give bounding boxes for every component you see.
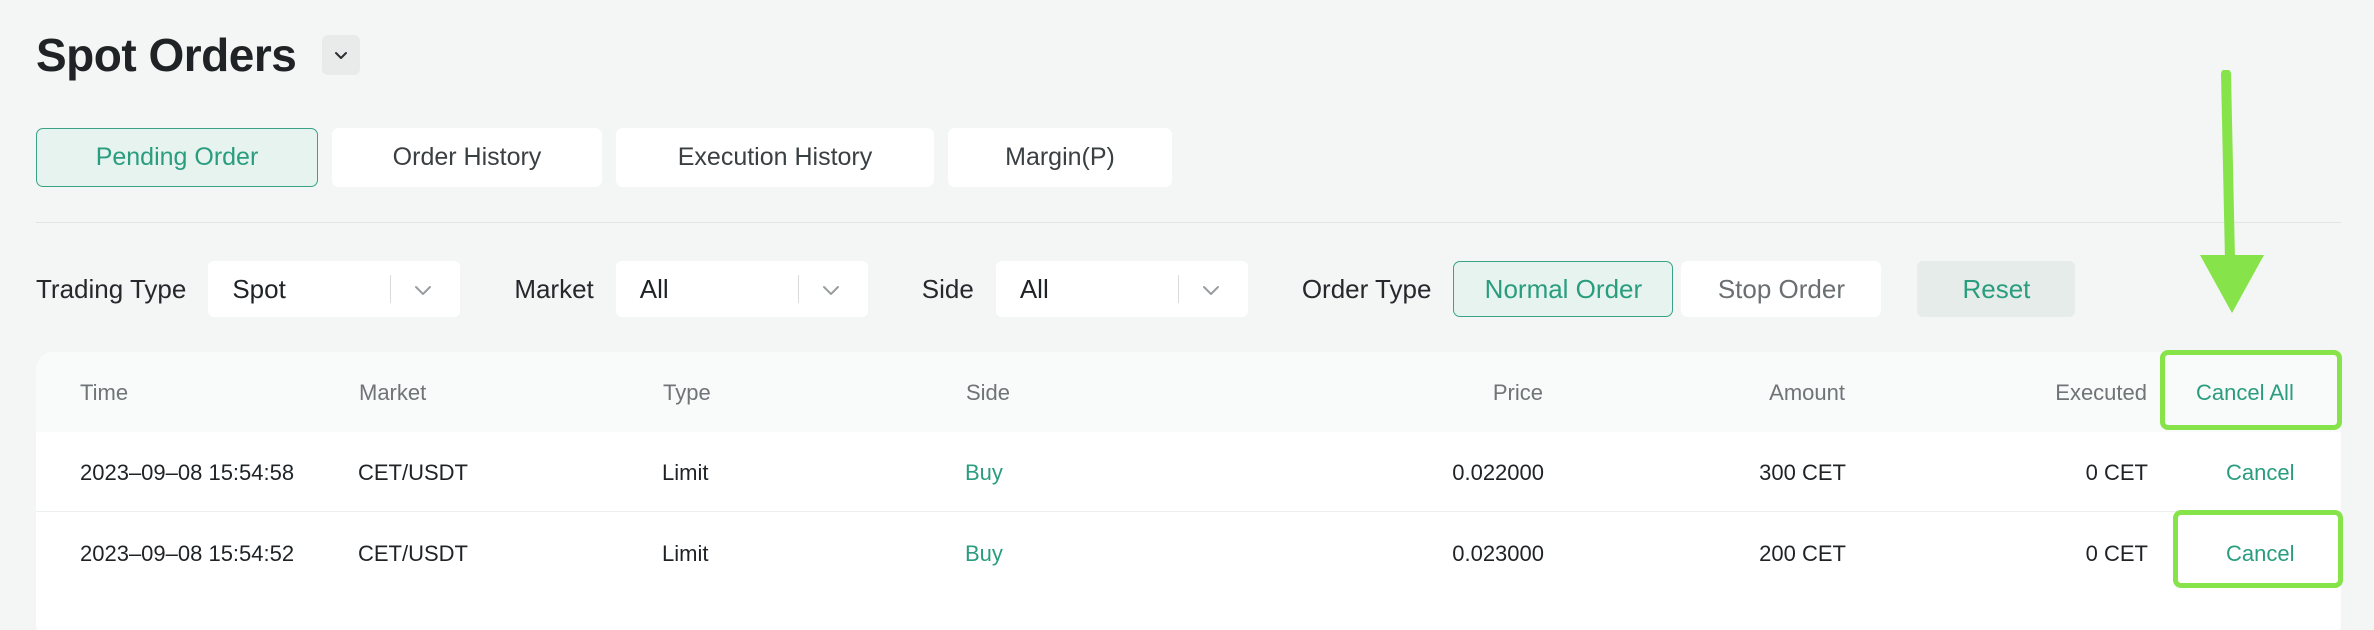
row-market: CET/USDT bbox=[358, 460, 468, 485]
arrow-down-icon bbox=[2200, 70, 2264, 313]
row-side: Buy bbox=[965, 460, 1003, 485]
column-header-time: Time bbox=[80, 380, 129, 405]
spot-orders-page: Spot Orders Pending Order Order History … bbox=[0, 0, 2374, 630]
column-header-price: Price bbox=[1492, 380, 1543, 405]
market-select[interactable]: All bbox=[615, 261, 868, 317]
title-row: Spot Orders bbox=[36, 28, 361, 82]
row-price: 0.022000 bbox=[1452, 460, 1544, 485]
filter-bar: Trading Type Spot Market All Side All Or… bbox=[36, 260, 2076, 318]
table-header: Time Market Type Side Price Amount Execu… bbox=[36, 352, 2341, 432]
column-header-type: Type bbox=[663, 380, 711, 405]
tab-margin[interactable]: Margin(P) bbox=[948, 128, 1172, 187]
select-separator bbox=[390, 275, 392, 303]
tab-execution-history[interactable]: Execution History bbox=[616, 128, 934, 187]
row-type: Limit bbox=[662, 460, 709, 485]
market-value: All bbox=[639, 273, 669, 304]
row-executed: 0 CET bbox=[2085, 460, 2148, 485]
chevron-down-icon bbox=[335, 52, 348, 59]
column-header-side: Side bbox=[966, 380, 1011, 405]
side-select[interactable]: All bbox=[995, 261, 1248, 317]
row-time: 2023–09–08 15:54:52 bbox=[80, 541, 295, 566]
chevron-down-icon bbox=[822, 286, 839, 295]
trading-type-select[interactable]: Spot bbox=[208, 261, 461, 317]
row-price: 0.023000 bbox=[1452, 541, 1544, 566]
trading-type-value: Spot bbox=[232, 273, 286, 304]
title-dropdown-button[interactable] bbox=[322, 35, 361, 75]
row-executed: 0 CET bbox=[2085, 541, 2148, 566]
chevron-down-icon bbox=[415, 286, 432, 295]
row-time: 2023–09–08 15:54:58 bbox=[80, 460, 295, 485]
order-tabs: Pending Order Order History Execution Hi… bbox=[36, 128, 1172, 187]
side-label: Side bbox=[921, 273, 974, 304]
select-separator bbox=[1177, 275, 1179, 303]
table-row: 2023–09–08 15:54:58 CET/USDT Limit Buy 0… bbox=[36, 432, 2341, 512]
row-side: Buy bbox=[965, 541, 1003, 566]
table-row: 2023–09–08 15:54:52 CET/USDT Limit Buy 0… bbox=[36, 513, 2341, 593]
column-header-market: Market bbox=[359, 380, 427, 405]
tab-pending-order[interactable]: Pending Order bbox=[36, 128, 318, 187]
chevron-down-icon bbox=[1202, 286, 1219, 295]
highlight-box-cancel-all bbox=[2160, 350, 2342, 430]
divider bbox=[36, 222, 2341, 223]
select-separator bbox=[797, 275, 799, 303]
trading-type-label: Trading Type bbox=[36, 273, 187, 304]
order-type-label: Order Type bbox=[1301, 273, 1432, 304]
stop-order-button[interactable]: Stop Order bbox=[1681, 261, 1882, 317]
column-header-executed: Executed bbox=[2055, 380, 2147, 405]
highlight-box-cancel-row bbox=[2173, 510, 2343, 588]
column-header-amount: Amount bbox=[1769, 380, 1845, 405]
row-type: Limit bbox=[662, 541, 709, 566]
tab-order-history[interactable]: Order History bbox=[332, 128, 602, 187]
normal-order-button[interactable]: Normal Order bbox=[1453, 261, 1674, 317]
reset-button[interactable]: Reset bbox=[1917, 261, 2076, 317]
row-amount: 300 CET bbox=[1759, 460, 1846, 485]
side-value: All bbox=[1019, 273, 1049, 304]
cancel-order-button[interactable]: Cancel bbox=[2226, 460, 2294, 486]
market-label: Market bbox=[514, 273, 594, 304]
row-amount: 200 CET bbox=[1759, 541, 1846, 566]
row-market: CET/USDT bbox=[358, 541, 468, 566]
orders-table: Time Market Type Side Price Amount Execu… bbox=[36, 352, 2341, 630]
page-title: Spot Orders bbox=[36, 29, 297, 81]
